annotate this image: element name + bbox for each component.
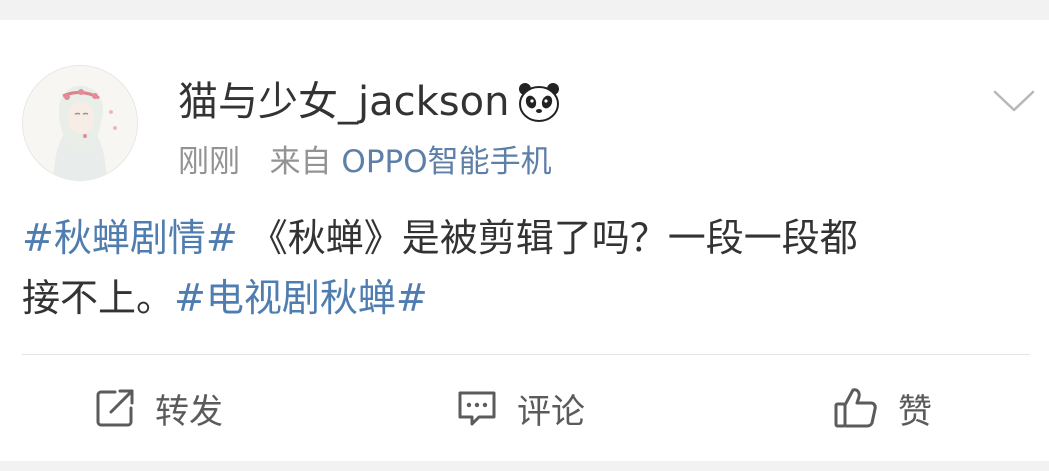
like-button[interactable]: 赞 [832, 382, 932, 434]
timestamp: 刚刚 [178, 144, 240, 180]
repost-button[interactable]: 转发 [93, 382, 223, 434]
comment-button[interactable]: 评论 [455, 382, 585, 434]
comment-label[interactable]: 评论 [517, 384, 585, 433]
chevron-down-icon[interactable] [992, 78, 1036, 122]
username-text[interactable]: 猫与少女_jackson [178, 74, 509, 130]
repost-icon [96, 389, 134, 427]
avatar[interactable] [22, 65, 138, 181]
comment-icon [458, 391, 496, 426]
repost-label[interactable]: 转发 [155, 384, 223, 433]
content-line-2: 接不上。#电视剧秋蝉# [22, 268, 1012, 328]
post-text: 《秋蝉》是被剪辑了吗？一段一段都 [237, 216, 858, 260]
source-prefix: 来自 [269, 144, 332, 180]
source-device[interactable]: OPPO智能手机 [341, 144, 551, 180]
panda-icon [519, 83, 560, 122]
like-label[interactable]: 赞 [898, 384, 932, 433]
username[interactable]: 猫与少女_jackson [178, 74, 561, 130]
topic-link[interactable]: #秋蝉剧情# [22, 216, 238, 260]
topic-link[interactable]: #电视剧秋蝉# [174, 276, 428, 320]
divider [22, 354, 1030, 355]
top-gap [0, 0, 1049, 20]
weibo-post-card: 猫与少女_jackson 刚刚 来自 OPPO智能手机 #秋蝉剧情# 《秋蝉》是… [0, 20, 1049, 461]
avatar-image [23, 66, 137, 180]
post-content: #秋蝉剧情# 《秋蝉》是被剪辑了吗？一段一段都 接不上。#电视剧秋蝉# [22, 208, 1012, 328]
post-meta: 刚刚 来自 OPPO智能手机 [178, 140, 552, 184]
bottom-gap [0, 461, 1049, 471]
thumbs-up-icon [834, 388, 877, 428]
content-line-1: #秋蝉剧情# 《秋蝉》是被剪辑了吗？一段一段都 [22, 208, 1012, 268]
post-text: 接不上。 [22, 276, 175, 320]
